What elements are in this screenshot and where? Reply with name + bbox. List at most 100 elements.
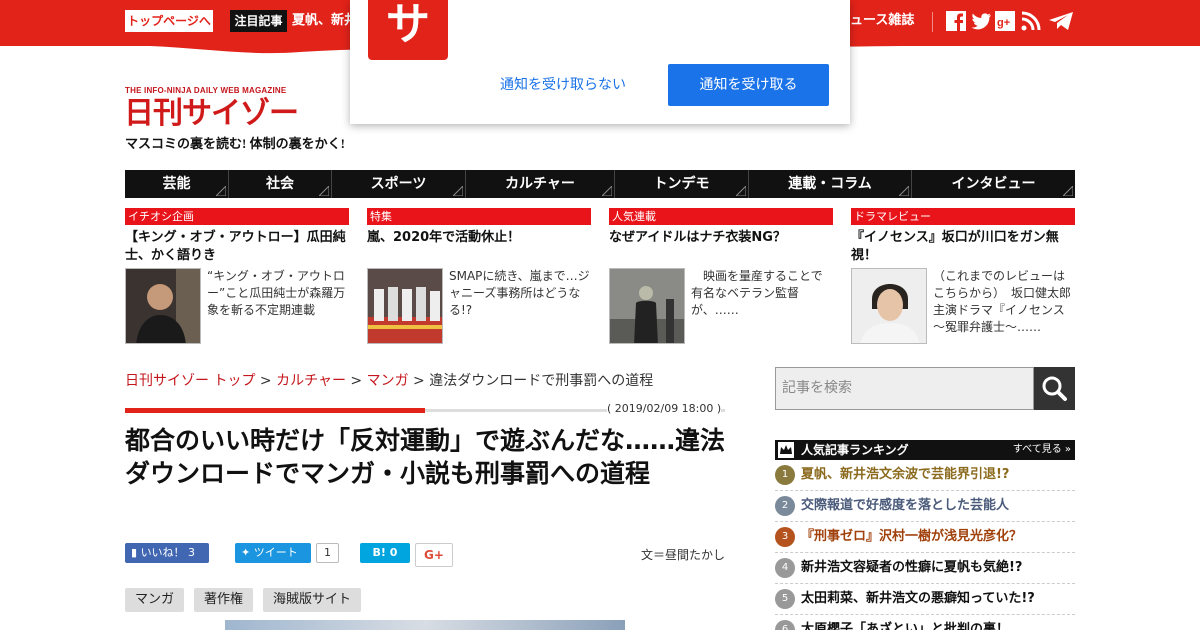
card-title[interactable]: 嵐、2020年で活動休止！ bbox=[367, 229, 591, 265]
nav-label: 芸能 bbox=[162, 176, 191, 192]
nav-label: トンデモ bbox=[653, 176, 710, 192]
rank-number: 6 bbox=[775, 620, 795, 630]
ranking-see-all-link[interactable]: すべて見る » bbox=[1013, 440, 1071, 460]
facebook-like-button[interactable]: ▮ いいね！ 3 bbox=[125, 543, 209, 563]
rank-number: 1 bbox=[775, 465, 795, 485]
ranking-item[interactable]: 3 『刑事ゼロ』沢村一樹が浅見光彦化？ bbox=[775, 522, 1075, 553]
rank-number: 4 bbox=[775, 558, 795, 578]
crown-icon bbox=[778, 442, 794, 458]
news-magazine-link[interactable]: ュース雑誌 bbox=[850, 10, 914, 32]
featured-card[interactable]: ドラマレビュー 『イノセンス』坂口が川口をガン無視！ （これまでのレビューはこち… bbox=[851, 208, 1075, 348]
nav-label: インタビュー bbox=[951, 176, 1036, 192]
corner-icon bbox=[899, 186, 909, 196]
site-logo-icon: サ bbox=[368, 0, 448, 60]
card-category: ドラマレビュー bbox=[851, 208, 1075, 225]
card-title[interactable]: なぜアイドルはナチ衣装NG？ bbox=[609, 229, 833, 265]
featured-card[interactable]: 特集 嵐、2020年で活動休止！ SMAPに続き、嵐まで…ジャニーズ事務所はどう… bbox=[367, 208, 591, 348]
card-description: “キング・オブ・アウトロー”こと瓜田純士が森羅万象を斬る不定期連載 bbox=[207, 269, 346, 317]
tag-item[interactable]: 海賊版サイト bbox=[263, 588, 362, 612]
ranking-item[interactable]: 2 交際報道で好感度を落とした芸能人 bbox=[775, 491, 1075, 522]
tweet-label: ツイート bbox=[253, 546, 298, 559]
breadcrumb-manga[interactable]: マンガ bbox=[367, 373, 409, 389]
nav-label: スポーツ bbox=[370, 176, 427, 192]
card-thumbnail[interactable] bbox=[367, 268, 443, 344]
tweet-button[interactable]: ✦ ツイート bbox=[235, 543, 311, 563]
hatena-bookmark-button[interactable]: B! 0 bbox=[360, 543, 410, 563]
breadcrumb-separator: > bbox=[255, 373, 277, 389]
ranking-item[interactable]: 4 新井浩文容疑者の性癖に夏帆も気絶!? bbox=[775, 553, 1075, 584]
nav-item-interview[interactable]: インタビュー bbox=[912, 170, 1075, 198]
rank-number: 2 bbox=[775, 496, 795, 516]
card-title[interactable]: 【キング・オブ・アウトロー】瓜田純士、かく語りき bbox=[125, 229, 349, 265]
breadcrumb-culture[interactable]: カルチャー bbox=[276, 373, 346, 389]
fb-label: いいね！ 3 bbox=[140, 546, 196, 559]
featured-link[interactable]: 夏帆、新井 bbox=[292, 10, 352, 32]
decline-notifications-button[interactable]: 通知を受け取らない bbox=[488, 74, 638, 96]
rank-title[interactable]: 夏帆、新井浩文余波で芸能界引退!? bbox=[801, 460, 1009, 490]
rss-icon[interactable] bbox=[1020, 10, 1042, 32]
card-description: SMAPに続き、嵐まで…ジャニーズ事務所はどうなる!? bbox=[449, 269, 590, 317]
card-category: 特集 bbox=[367, 208, 591, 225]
article-author: 文＝昼間たかし bbox=[641, 548, 726, 562]
tag-item[interactable]: 著作権 bbox=[194, 588, 254, 612]
logo-glyph: サ bbox=[386, 0, 430, 50]
thumbs-up-icon: ▮ bbox=[131, 546, 141, 559]
corner-icon bbox=[453, 186, 463, 196]
ranking-title: 人気記事ランキング bbox=[801, 443, 909, 457]
card-description: 映画を量産することで有名なベテラン監督が、…… bbox=[691, 269, 823, 317]
article-headline: 都合のいい時だけ「反対運動」で遊ぶんだな……違法ダウンロードでマンガ・小説も刑事… bbox=[125, 426, 726, 488]
svg-text:g+: g+ bbox=[997, 17, 1010, 29]
breadcrumb-home[interactable]: 日刊サイゾー トップ bbox=[125, 373, 255, 389]
rank-title[interactable]: 『刑事ゼロ』沢村一樹が浅見光彦化？ bbox=[801, 522, 1022, 552]
nav-item-tondemo[interactable]: トンデモ bbox=[615, 170, 749, 198]
logo-tagline: マスコミの裏を読む! 体制の裏をかく! bbox=[125, 136, 345, 151]
nav-item-society[interactable]: 社会 bbox=[229, 170, 332, 198]
topbar-divider bbox=[932, 12, 933, 32]
ranking-item[interactable]: 1 夏帆、新井浩文余波で芸能界引退!? bbox=[775, 460, 1075, 491]
featured-card[interactable]: 人気連載 なぜアイドルはナチ衣装NG？ 映画を量産することで有名なベテラン監督が… bbox=[609, 208, 833, 348]
google-plus-share-button[interactable]: G+ bbox=[415, 543, 453, 567]
twitter-icon[interactable] bbox=[970, 10, 992, 32]
telegram-icon[interactable] bbox=[1048, 10, 1074, 32]
tag-list: マンガ 著作権 海賊版サイト bbox=[125, 588, 362, 612]
site-logo[interactable]: 日刊サイゾー bbox=[124, 96, 324, 132]
search-button[interactable] bbox=[1034, 367, 1075, 410]
card-thumbnail[interactable] bbox=[851, 268, 927, 344]
ranking-item[interactable]: 6 大原櫻子「あざとい」と批判の裏！ bbox=[775, 615, 1075, 630]
search-input[interactable]: 記事を検索 bbox=[775, 367, 1034, 410]
breadcrumb-separator: > bbox=[345, 373, 367, 389]
nav-item-entertainment[interactable]: 芸能 bbox=[125, 170, 229, 198]
rank-title[interactable]: 交際報道で好感度を落とした芸能人 bbox=[801, 491, 1009, 521]
tag-item[interactable]: マンガ bbox=[125, 588, 185, 612]
main-nav: 芸能 社会 スポーツ カルチャー トンデモ 連載・コラム インタビュー bbox=[125, 170, 1075, 198]
rank-title[interactable]: 大原櫻子「あざとい」と批判の裏！ bbox=[801, 615, 1009, 630]
featured-card[interactable]: イチオシ企画 【キング・オブ・アウトロー】瓜田純士、かく語りき “キング・オブ・… bbox=[125, 208, 349, 348]
rank-title[interactable]: 太田莉菜、新井浩文の悪癖知っていた!? bbox=[801, 584, 1035, 614]
nav-label: 社会 bbox=[266, 176, 294, 192]
home-button[interactable]: トップページへ bbox=[125, 10, 213, 32]
nav-label: カルチャー bbox=[505, 176, 575, 192]
google-plus-icon[interactable]: g+ bbox=[994, 10, 1016, 32]
facebook-icon[interactable] bbox=[945, 10, 967, 32]
accept-notifications-button[interactable]: 通知を受け取る bbox=[668, 64, 829, 106]
notification-prompt: サ 通知を受け取らない 通知を受け取る bbox=[350, 0, 850, 124]
card-category: イチオシ企画 bbox=[125, 208, 349, 225]
breadcrumb-separator: > bbox=[408, 373, 430, 389]
card-category: 人気連載 bbox=[609, 208, 833, 225]
card-description: （これまでのレビューはこちらから） 坂口健太郎主演ドラマ『イノセンス～冤罪弁護士… bbox=[933, 269, 1072, 334]
card-title[interactable]: 『イノセンス』坂口が川口をガン無視！ bbox=[851, 229, 1075, 265]
nav-item-column[interactable]: 連載・コラム bbox=[749, 170, 912, 198]
tweet-count: 1 bbox=[316, 543, 339, 563]
corner-icon bbox=[1063, 186, 1073, 196]
nav-item-sports[interactable]: スポーツ bbox=[332, 170, 466, 198]
breadcrumb: 日刊サイゾー トップ > カルチャー > マンガ > 違法ダウンロードで刑事罰へ… bbox=[125, 370, 725, 390]
card-thumbnail[interactable] bbox=[609, 268, 685, 344]
rank-title[interactable]: 新井浩文容疑者の性癖に夏帆も気絶!? bbox=[801, 553, 1022, 583]
corner-icon bbox=[319, 186, 329, 196]
nav-item-culture[interactable]: カルチャー bbox=[466, 170, 615, 198]
card-thumbnail[interactable] bbox=[125, 268, 201, 344]
search-icon bbox=[1042, 376, 1067, 401]
corner-icon bbox=[602, 186, 612, 196]
ranking-item[interactable]: 5 太田莉菜、新井浩文の悪癖知っていた!? bbox=[775, 584, 1075, 615]
breadcrumb-current: 違法ダウンロードで刑事罰への道程 bbox=[429, 373, 654, 389]
